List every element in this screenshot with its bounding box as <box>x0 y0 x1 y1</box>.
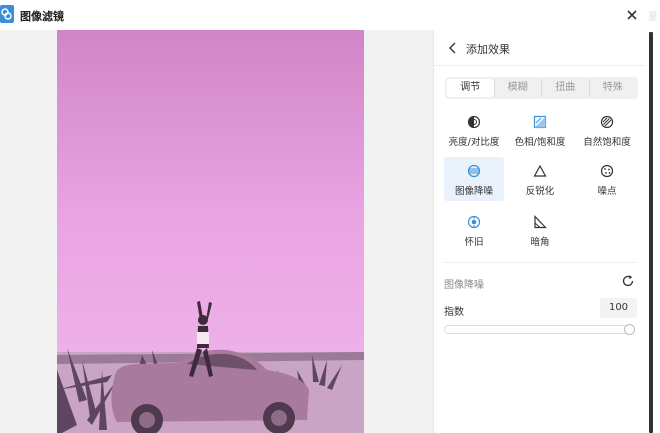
filter-dialog: 图像滤镜 星 添加效果 调节 模糊 扭曲 特殊 亮度/对比度 色相/饱和度 自然… <box>0 0 660 433</box>
intensity-label: 指数 <box>444 307 464 318</box>
effect-denoise[interactable]: 图像降噪 <box>444 157 504 201</box>
effect-label: 自然饱和度 <box>583 137 631 148</box>
settings-title: 图像降噪 <box>444 280 484 291</box>
tab-distort[interactable]: 扭曲 <box>541 79 589 97</box>
background-window-text: 星 <box>648 12 658 23</box>
scrollbar-thumb[interactable] <box>649 32 653 433</box>
vintage-icon <box>467 215 481 229</box>
panel-title: 添加效果 <box>466 43 510 56</box>
vibrance-icon <box>600 115 614 129</box>
effect-hue-saturation[interactable]: 色相/饱和度 <box>510 108 570 152</box>
app-logo-icon <box>0 5 14 23</box>
tab-special[interactable]: 特殊 <box>588 79 637 97</box>
preview-canvas <box>0 30 433 433</box>
scrollbar[interactable] <box>646 30 660 433</box>
intensity-value-input[interactable]: 100 <box>600 298 637 318</box>
vignette-icon <box>534 215 547 229</box>
effect-brightness-contrast[interactable]: 亮度/对比度 <box>444 108 504 152</box>
window-title: 图像滤镜 <box>20 10 64 23</box>
effect-label: 噪点 <box>597 186 617 197</box>
hue-saturation-icon <box>533 115 547 129</box>
effect-label: 亮度/对比度 <box>448 137 500 148</box>
slider-handle[interactable] <box>624 324 635 335</box>
title-bar: 图像滤镜 星 <box>0 0 660 30</box>
back-arrow-icon[interactable] <box>448 42 458 54</box>
unsharp-icon <box>533 164 547 177</box>
panel-header: 添加效果 <box>434 30 647 66</box>
effect-category-tabs: 调节 模糊 扭曲 特殊 <box>445 77 638 99</box>
effect-vintage[interactable]: 怀旧 <box>444 208 504 252</box>
reset-icon[interactable] <box>621 274 635 288</box>
tab-blur[interactable]: 模糊 <box>493 79 542 97</box>
effect-noise[interactable]: 噪点 <box>577 157 637 201</box>
preview-image <box>57 30 364 433</box>
effect-label: 怀旧 <box>464 237 484 248</box>
brightness-contrast-icon <box>467 115 481 129</box>
close-icon[interactable] <box>624 7 640 23</box>
effect-label: 图像降噪 <box>454 186 493 197</box>
effects-panel: 添加效果 调节 模糊 扭曲 特殊 亮度/对比度 色相/饱和度 自然饱和度 图像降… <box>433 30 647 433</box>
effect-label: 反锐化 <box>525 186 555 197</box>
denoise-icon <box>467 164 481 178</box>
effect-vignette[interactable]: 暗角 <box>510 208 570 252</box>
tab-adjust[interactable]: 调节 <box>447 79 494 97</box>
effect-vibrance[interactable]: 自然饱和度 <box>577 108 637 152</box>
effect-label: 色相/饱和度 <box>514 137 566 148</box>
section-divider <box>444 262 637 263</box>
noise-icon <box>600 164 614 178</box>
intensity-slider[interactable] <box>444 325 635 334</box>
effect-label: 暗角 <box>530 237 550 248</box>
effect-unsharp[interactable]: 反锐化 <box>510 157 570 201</box>
